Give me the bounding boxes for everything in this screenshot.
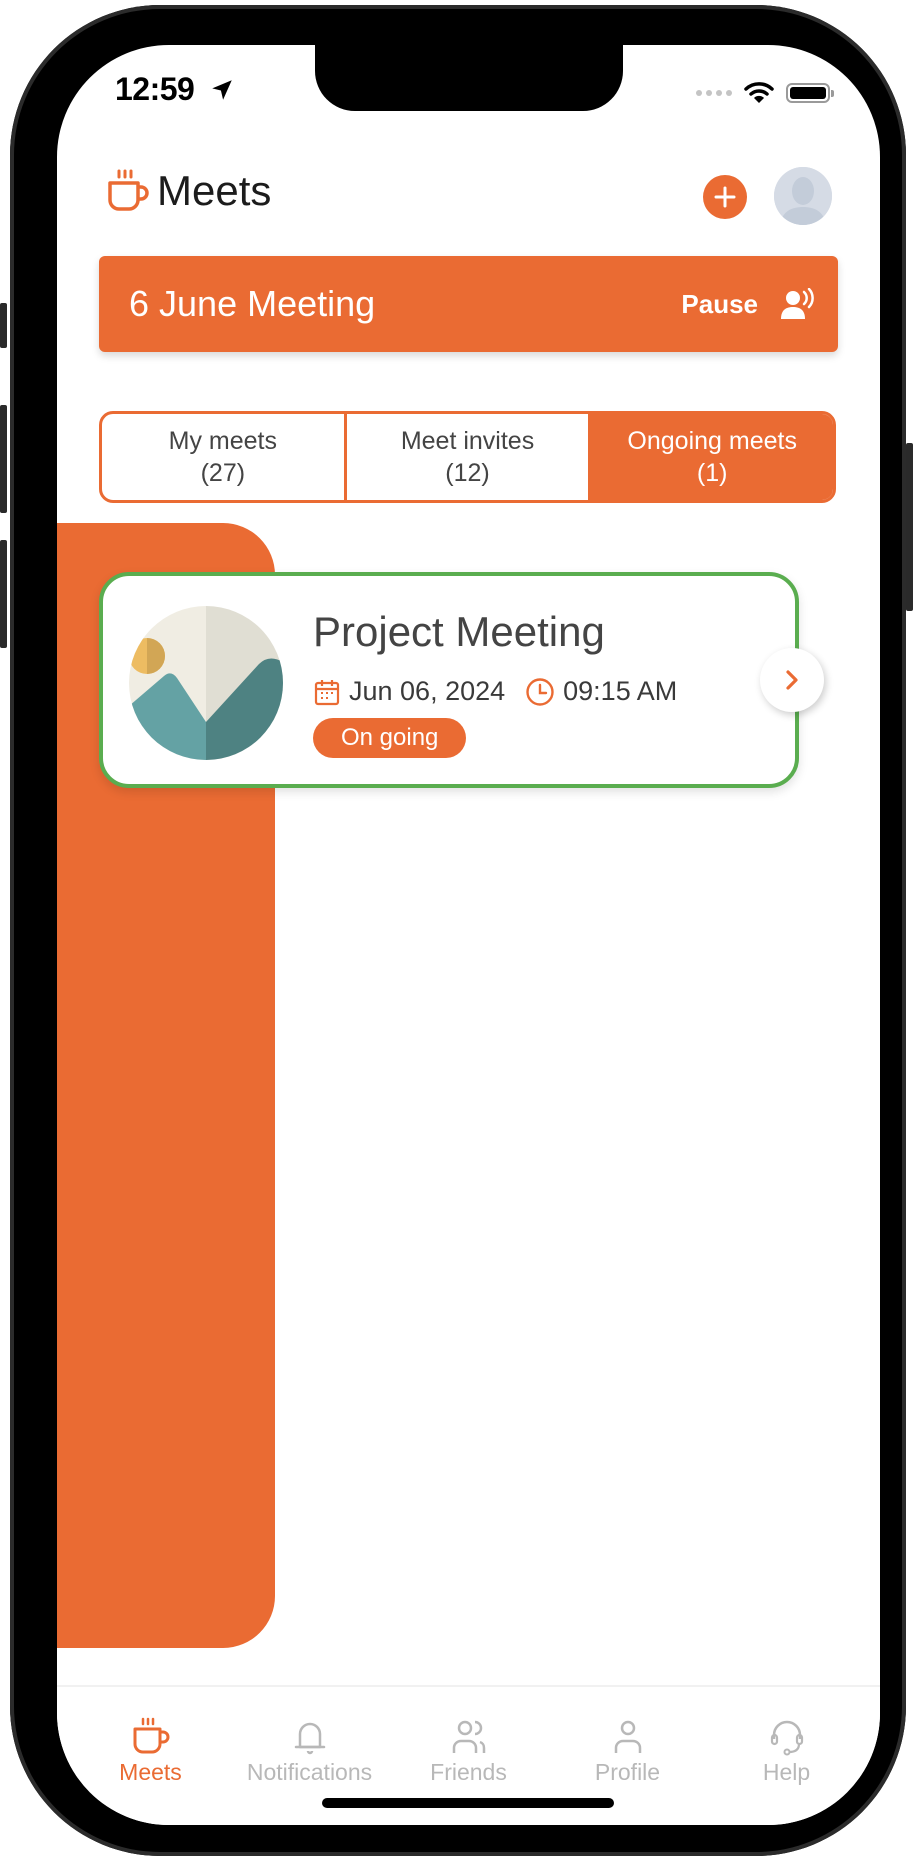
add-meet-button[interactable] [703,175,747,219]
pause-button[interactable]: Pause [681,288,816,320]
tab-meet-invites[interactable]: Meet invites (12) [343,414,589,500]
status-indicators [696,81,834,105]
phone-volume-down [0,540,7,648]
nav-label: Meets [119,1759,182,1785]
meeting-card[interactable]: Project Meeting Jun 06, 2024 09:15 AM On… [99,572,799,788]
location-arrow-icon [212,80,232,100]
phone-volume-up [0,405,7,513]
tab-count: (27) [200,459,246,487]
plus-icon [714,186,736,208]
avatar-placeholder-icon [774,167,832,225]
tab-count: (12) [445,459,490,487]
notch [315,45,623,111]
nav-item-meets[interactable]: Meets [76,1687,226,1825]
nav-item-help[interactable]: Help [712,1687,862,1825]
nav-label: Notifications [246,1759,373,1785]
signal-icon [696,90,732,96]
tab-my-meets[interactable]: My meets (27) [102,414,344,500]
open-meeting-button[interactable] [760,648,824,712]
meeting-meta: Jun 06, 2024 09:15 AM [313,676,677,707]
banner-title: 6 June Meeting [129,283,376,324]
meeting-date: Jun 06, 2024 [349,676,506,706]
wifi-icon [744,82,774,103]
profile-icon [614,1720,641,1753]
phone-power-button [906,443,913,611]
tab-count: (1) [696,459,728,487]
tab-label: Ongoing meets [627,427,797,455]
page-title: Meets [157,167,272,214]
status-time: 12:59 [115,71,195,107]
chevron-right-icon [786,670,798,690]
nav-label: Help [762,1759,811,1785]
active-meeting-banner[interactable]: 6 June Meeting Pause [99,256,838,352]
bell-icon [294,1722,325,1755]
meeting-time: 09:15 AM [563,676,678,706]
pause-label: Pause [681,288,758,319]
coffee-cup-icon [133,1717,169,1754]
coffee-cup-icon [108,169,149,211]
tab-ongoing-meets[interactable]: Ongoing meets (1) [588,414,833,500]
tab-label: My meets [168,427,278,455]
phone-frame: 12:59 Meets 6 June Meeting Pause My meet… [0,5,913,1856]
status-badge: On going [313,718,467,758]
meeting-image-placeholder-icon [129,606,283,760]
tab-label: Meet invites [400,427,535,455]
nav-label: Profile [594,1759,661,1785]
app-header: Meets [105,167,271,215]
home-indicator[interactable] [322,1798,614,1808]
battery-icon [786,83,834,103]
headset-icon [770,1720,803,1756]
calendar-icon [314,679,340,705]
user-avatar[interactable] [774,167,832,225]
friends-icon [452,1720,485,1753]
nav-label: Friends [430,1759,507,1785]
clock-icon [526,677,554,706]
phone-side-button [0,303,7,348]
meeting-title: Project Meeting [313,608,605,655]
meet-tabs: My meets (27) Meet invites (12) Ongoing … [99,411,836,503]
screen: 12:59 Meets 6 June Meeting Pause My meet… [57,45,880,1825]
speaking-person-icon [781,288,814,319]
